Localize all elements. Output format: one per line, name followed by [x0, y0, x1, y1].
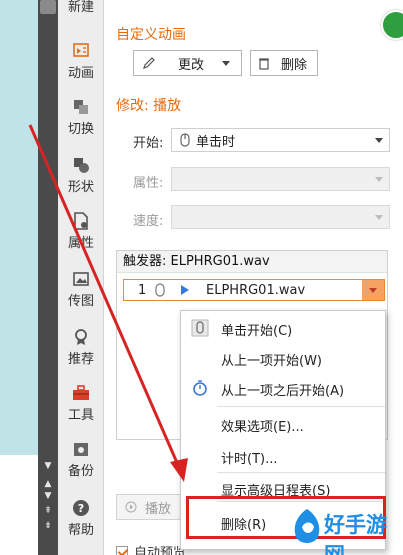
auto-preview[interactable]: 自动预览 [116, 542, 186, 555]
menu-divider [217, 406, 385, 407]
tool-shape[interactable]: 形状 [58, 156, 104, 195]
property-icon [74, 212, 88, 230]
modify-title: 修改: 播放 [116, 98, 182, 114]
play-icon [181, 285, 189, 295]
tool-help[interactable]: ? 帮助 [58, 499, 104, 538]
scroll-down-double-icon[interactable]: ▼ [38, 490, 58, 502]
backup-icon [74, 443, 88, 456]
tool-transition[interactable]: 切换 [58, 98, 104, 137]
menu-item-label: 从上一项开始(W) [221, 354, 322, 369]
mouse-icon [180, 133, 190, 147]
change-button[interactable]: 更改 [133, 50, 242, 76]
recommend-icon [75, 329, 87, 345]
chevron-down-icon [375, 215, 383, 220]
tool-label: 帮助 [67, 523, 94, 538]
menu-item-label: 从上一项之后开始(A) [221, 384, 345, 399]
watermark: 好手游网 [290, 503, 403, 555]
property-label: 属性: [133, 176, 164, 191]
tool-label: 推荐 [67, 352, 94, 367]
slide-canvas[interactable] [0, 0, 38, 555]
menu-item-effect-options[interactable]: 效果选项(E)... [181, 409, 385, 439]
menu-item-label: 效果选项(E)... [221, 420, 304, 435]
menu-item-label: 单击开始(C) [221, 324, 293, 339]
vertical-scrollbar[interactable]: ▼ ▲ ▼ ⇞ ⇟ [38, 0, 58, 555]
start-label: 开始: [133, 136, 164, 151]
tool-label: 备份 [67, 464, 94, 479]
shape-icon [74, 158, 89, 173]
tool-property[interactable]: 属性 [58, 212, 104, 251]
mouse-icon [155, 283, 165, 297]
pencil-icon [143, 57, 155, 69]
page-down-icon[interactable]: ⇟ [38, 520, 58, 532]
tool-label: 形状 [67, 180, 94, 195]
chevron-down-icon [375, 138, 383, 143]
watermark-logo-icon [294, 509, 320, 543]
page-up-icon[interactable]: ⇞ [38, 505, 58, 517]
animation-index: 1 [138, 283, 147, 298]
menu-item-after-previous[interactable]: 从上一项之后开始(A) [181, 373, 385, 403]
toolbox-icon [73, 385, 89, 400]
menu-item-click-start[interactable]: 单击开始(C) [181, 313, 385, 343]
tool-label: 属性 [67, 236, 94, 251]
tool-label: 传图 [67, 294, 94, 309]
custom-animation-title: 自定义动画 [116, 27, 186, 43]
play-button-label: 播放 [145, 501, 172, 517]
start-select[interactable]: 单击时 [171, 128, 390, 152]
animation-name: ELPHRG01.wav [206, 283, 306, 298]
slide-canvas-bottom [0, 455, 38, 555]
auto-preview-label: 自动预览 [134, 546, 187, 555]
change-button-label: 更改 [178, 57, 205, 73]
play-button[interactable]: 播放 [116, 494, 186, 520]
tool-label: 切换 [67, 122, 94, 137]
speed-label: 速度: [133, 214, 164, 229]
trigger-header: 触发器: ELPHRG01.wav [117, 251, 387, 273]
tool-sidebar: 新建 动画 切换 形状 属性 传图 推荐 工具 备份 ? 帮助 [58, 0, 104, 555]
tool-label: 新建 [67, 0, 94, 15]
chevron-down-icon [369, 288, 377, 293]
animation-item-dropdown[interactable] [362, 280, 384, 300]
menu-item-with-previous[interactable]: 从上一项开始(W) [181, 343, 385, 373]
speed-select[interactable] [171, 205, 390, 229]
menu-item-label: 计时(T)... [221, 452, 278, 467]
watermark-text: 好手游网 [324, 513, 387, 555]
tool-toolbox[interactable]: 工具 [58, 384, 104, 423]
trash-icon [259, 58, 269, 70]
tool-animation[interactable]: 动画 [58, 42, 104, 81]
delete-button-label: 删除 [281, 57, 308, 73]
scroll-down-icon[interactable]: ▼ [38, 460, 58, 472]
green-badge-icon [381, 10, 403, 40]
play-circle-icon [125, 501, 137, 513]
tool-label: 工具 [67, 408, 94, 423]
start-select-value: 单击时 [196, 134, 236, 150]
auto-preview-checkbox[interactable] [116, 545, 128, 555]
menu-item-timing[interactable]: 计时(T)... [181, 441, 385, 471]
svg-text:?: ? [78, 502, 84, 515]
transition-icon [74, 100, 88, 114]
tool-new[interactable]: 新建 [58, 0, 104, 15]
animation-icon [73, 43, 89, 57]
upload-image-icon [73, 272, 89, 286]
chevron-down-icon [222, 60, 231, 66]
tool-backup[interactable]: 备份 [58, 440, 104, 479]
tool-upload-image[interactable]: 传图 [58, 270, 104, 309]
chevron-down-icon [375, 177, 383, 182]
scrollbar-thumb[interactable] [40, 0, 56, 14]
animation-list-item[interactable]: 1 ELPHRG01.wav [123, 279, 385, 301]
delete-button[interactable]: 删除 [250, 50, 318, 76]
help-icon: ? [73, 500, 89, 516]
mouse-icon [191, 319, 209, 337]
tool-label: 动画 [67, 66, 94, 81]
clock-icon [193, 380, 207, 396]
property-select[interactable] [171, 167, 390, 191]
tool-recommend[interactable]: 推荐 [58, 328, 104, 367]
scroll-up-double-icon[interactable]: ▲ [38, 478, 58, 490]
